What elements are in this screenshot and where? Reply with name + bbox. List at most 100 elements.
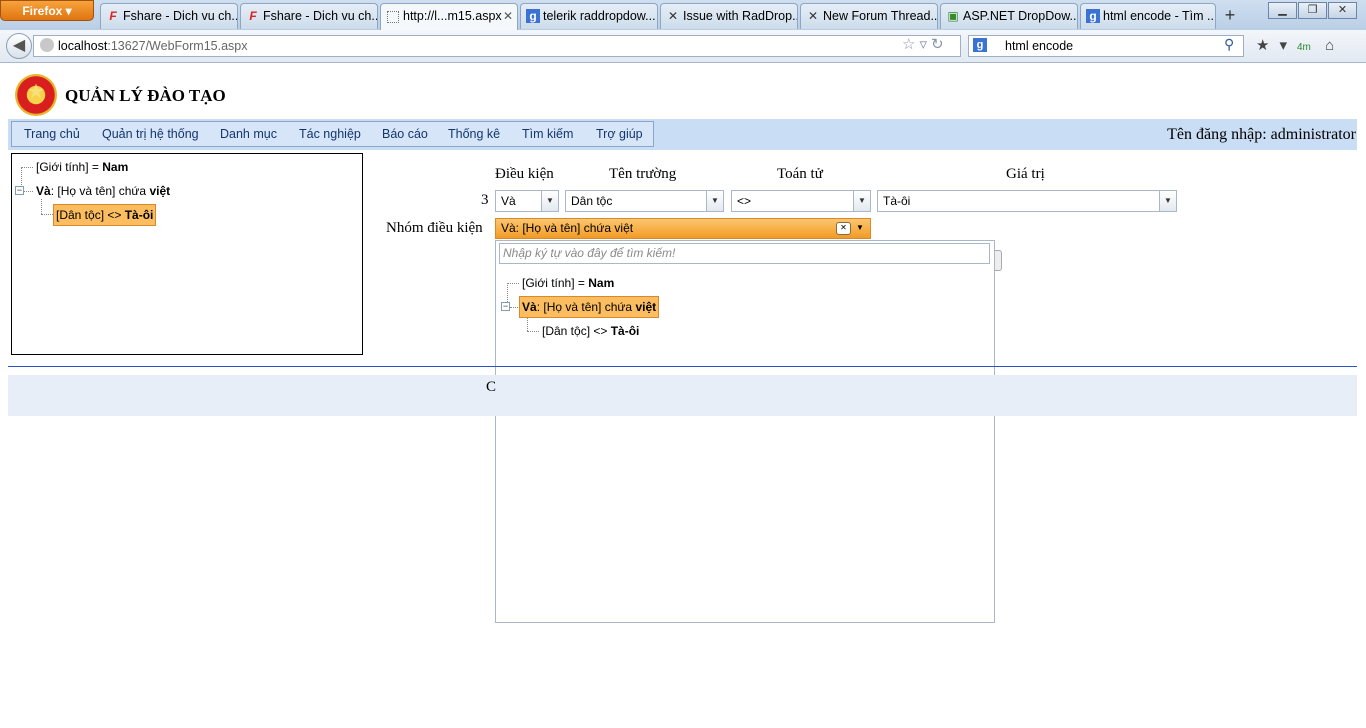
url-path: :13627/WebForm15.aspx xyxy=(107,39,248,53)
tab-label: Issue with RadDrop... xyxy=(683,9,798,23)
tree-line xyxy=(527,318,528,331)
reload-icon[interactable]: ↻ xyxy=(931,36,948,53)
collapse-icon[interactable]: − xyxy=(15,186,24,195)
fshare-favicon-icon: F xyxy=(109,9,117,23)
tree-node-value: việt xyxy=(149,184,171,198)
login-info: Tên đăng nhập: administrator xyxy=(1167,126,1356,143)
header-operator: Toán tử xyxy=(777,166,823,182)
tree-node-value: việt xyxy=(635,300,657,314)
chevron-down-icon[interactable]: ▼ xyxy=(541,191,558,211)
tree-node-text: [Giới tính] = xyxy=(522,276,589,290)
tree-line xyxy=(510,307,518,308)
popup-node-gender[interactable]: [Giới tính] = Nam xyxy=(522,275,614,291)
menu-item-home[interactable]: Trang chủ xyxy=(24,126,80,142)
browser-tab-active[interactable]: http://l...m15.aspx ✕ xyxy=(380,3,518,31)
search-bar-text: html encode xyxy=(1005,39,1074,53)
browser-tab-4[interactable]: g telerik raddropdow... xyxy=(520,3,658,29)
popup-search-input[interactable]: Nhập ký tự vào đây để tìm kiếm! xyxy=(499,243,990,264)
site-identity-icon[interactable] xyxy=(40,38,54,52)
clear-icon[interactable]: ✕ xyxy=(836,222,851,235)
tree-node-value: Tà-ôi xyxy=(124,208,154,222)
collapse-icon[interactable]: − xyxy=(501,302,510,311)
field-dropdown[interactable]: Dân tộc ▼ xyxy=(565,190,724,212)
popup-node-ethnicity[interactable]: [Dân tộc] <> Tà-ôi xyxy=(542,323,639,339)
menu-item-help[interactable]: Trợ giúp xyxy=(596,126,643,142)
tree-node-text: [Dân tộc] <> xyxy=(542,324,611,338)
menu-item-admin[interactable]: Quản trị hệ thống xyxy=(102,126,199,142)
search-bar[interactable]: html encode xyxy=(968,35,1244,57)
tree-node-ethnicity-selected[interactable]: [Dân tộc] <> Tà-ôi xyxy=(53,204,157,226)
tree-node-text: [Giới tính] = xyxy=(36,160,103,174)
tab-label: http://l...m15.aspx xyxy=(403,9,502,23)
google-favicon-icon: g xyxy=(1086,9,1100,23)
condition-dropdown-value: Và xyxy=(501,194,516,208)
footer-bar xyxy=(8,375,1357,416)
minimize-button[interactable]: ▁ xyxy=(1268,2,1297,19)
firefox-menu-button[interactable]: Firefox ▾ xyxy=(0,0,94,21)
tree-node-value: Nam xyxy=(588,276,615,290)
tab-label: html encode - Tìm ... xyxy=(1103,9,1216,23)
addon-download-icon[interactable]: 4m xyxy=(1297,42,1311,53)
search-engine-icon[interactable]: g xyxy=(973,38,987,52)
group-dropdown-value: Và: [Họ và tên] chứa việt xyxy=(501,221,634,235)
divider xyxy=(8,366,1357,367)
browser-tab-1[interactable]: F Fshare - Dich vu ch... xyxy=(100,3,238,29)
tree-node-text: : [Họ và tên] chứa xyxy=(50,184,150,198)
tree-node-text: [Dân tộc] <> xyxy=(56,208,125,222)
browser-tab-8[interactable]: g html encode - Tìm ... xyxy=(1080,3,1216,29)
tab-label: ASP.NET DropDow... xyxy=(963,9,1078,23)
telerik-favicon-icon: ✕ xyxy=(807,9,819,23)
tree-node-operator: Và xyxy=(36,184,51,198)
chevron-down-icon[interactable]: ▼ xyxy=(856,221,864,235)
tree-node-name-group[interactable]: Và: [Họ và tên] chứa việt xyxy=(36,183,170,199)
menu-item-catalog[interactable]: Danh mục xyxy=(220,126,277,142)
value-dropdown-value: Tà-ôi xyxy=(883,194,911,208)
browser-tab-7[interactable]: ▣ ASP.NET DropDow... xyxy=(940,3,1078,29)
group-condition-label: Nhóm điều kiện xyxy=(386,220,483,236)
chevron-down-icon[interactable]: ▼ xyxy=(853,191,870,211)
field-dropdown-value: Dân tộc xyxy=(571,194,613,208)
browser-tab-2[interactable]: F Fshare - Dich vu ch... xyxy=(240,3,378,29)
group-condition-dropdown[interactable]: Và: [Họ và tên] chứa việt xyxy=(495,218,871,239)
operator-dropdown-value: <> xyxy=(737,194,752,208)
url-host: localhost xyxy=(58,39,108,53)
close-tab-icon[interactable]: ✕ xyxy=(503,4,513,28)
url-bar[interactable]: localhost:13627/WebForm15.aspx xyxy=(33,35,961,57)
condition-dropdown[interactable]: Và ▼ xyxy=(495,190,559,212)
tree-node-gender[interactable]: [Giới tính] = Nam xyxy=(36,159,128,175)
menu-item-statistics[interactable]: Thống kê xyxy=(448,126,500,142)
close-window-button[interactable]: ✕ xyxy=(1328,2,1357,19)
bookmarks-menu-icon[interactable]: ★▾ xyxy=(1256,37,1297,54)
popup-node-name-group-selected[interactable]: Và: [Họ và tên] chứa việt xyxy=(519,296,660,318)
fshare-favicon-icon: F xyxy=(249,9,257,23)
hidden-button-edge[interactable] xyxy=(994,250,1002,271)
chevron-down-icon[interactable]: ▼ xyxy=(706,191,723,211)
menu-item-reports[interactable]: Báo cáo xyxy=(382,126,428,142)
footer-text: C xyxy=(486,379,497,395)
new-tab-button[interactable]: + xyxy=(1216,4,1244,28)
maximize-button[interactable]: ❐ xyxy=(1298,2,1327,19)
value-dropdown[interactable]: Tà-ôi ▼ xyxy=(877,190,1177,212)
tree-node-text: : [Họ và tên] chứa xyxy=(536,300,636,314)
browser-tab-5[interactable]: ✕ Issue with RadDrop... xyxy=(660,3,798,29)
tab-label: New Forum Thread... xyxy=(823,9,938,23)
url-bar-icons: ☆▿↻ xyxy=(902,35,948,55)
chevron-down-icon[interactable]: ▼ xyxy=(1159,191,1176,211)
tab-label: telerik raddropdow... xyxy=(543,9,656,23)
tree-node-operator: Và xyxy=(522,300,537,314)
home-icon[interactable]: ⌂ xyxy=(1325,37,1344,54)
menu-item-operations[interactable]: Tác nghiệp xyxy=(299,126,361,142)
back-button[interactable]: ◀ xyxy=(6,33,32,59)
tree-line xyxy=(41,214,53,215)
search-icon[interactable]: ⚲ xyxy=(1224,36,1234,53)
operator-dropdown[interactable]: <> ▼ xyxy=(731,190,871,212)
firefox-menu-label: Firefox xyxy=(22,4,63,18)
dropdown-arrow-icon[interactable]: ▿ xyxy=(919,36,931,53)
header-field: Tên trường xyxy=(609,166,677,182)
tree-line xyxy=(24,191,33,192)
header-value: Giá trị xyxy=(1006,166,1045,182)
tab-label: Fshare - Dich vu ch... xyxy=(263,9,378,23)
menu-item-search[interactable]: Tìm kiếm xyxy=(522,126,573,142)
bookmark-star-icon[interactable]: ☆ xyxy=(902,36,919,53)
browser-tab-6[interactable]: ✕ New Forum Thread... xyxy=(800,3,938,29)
